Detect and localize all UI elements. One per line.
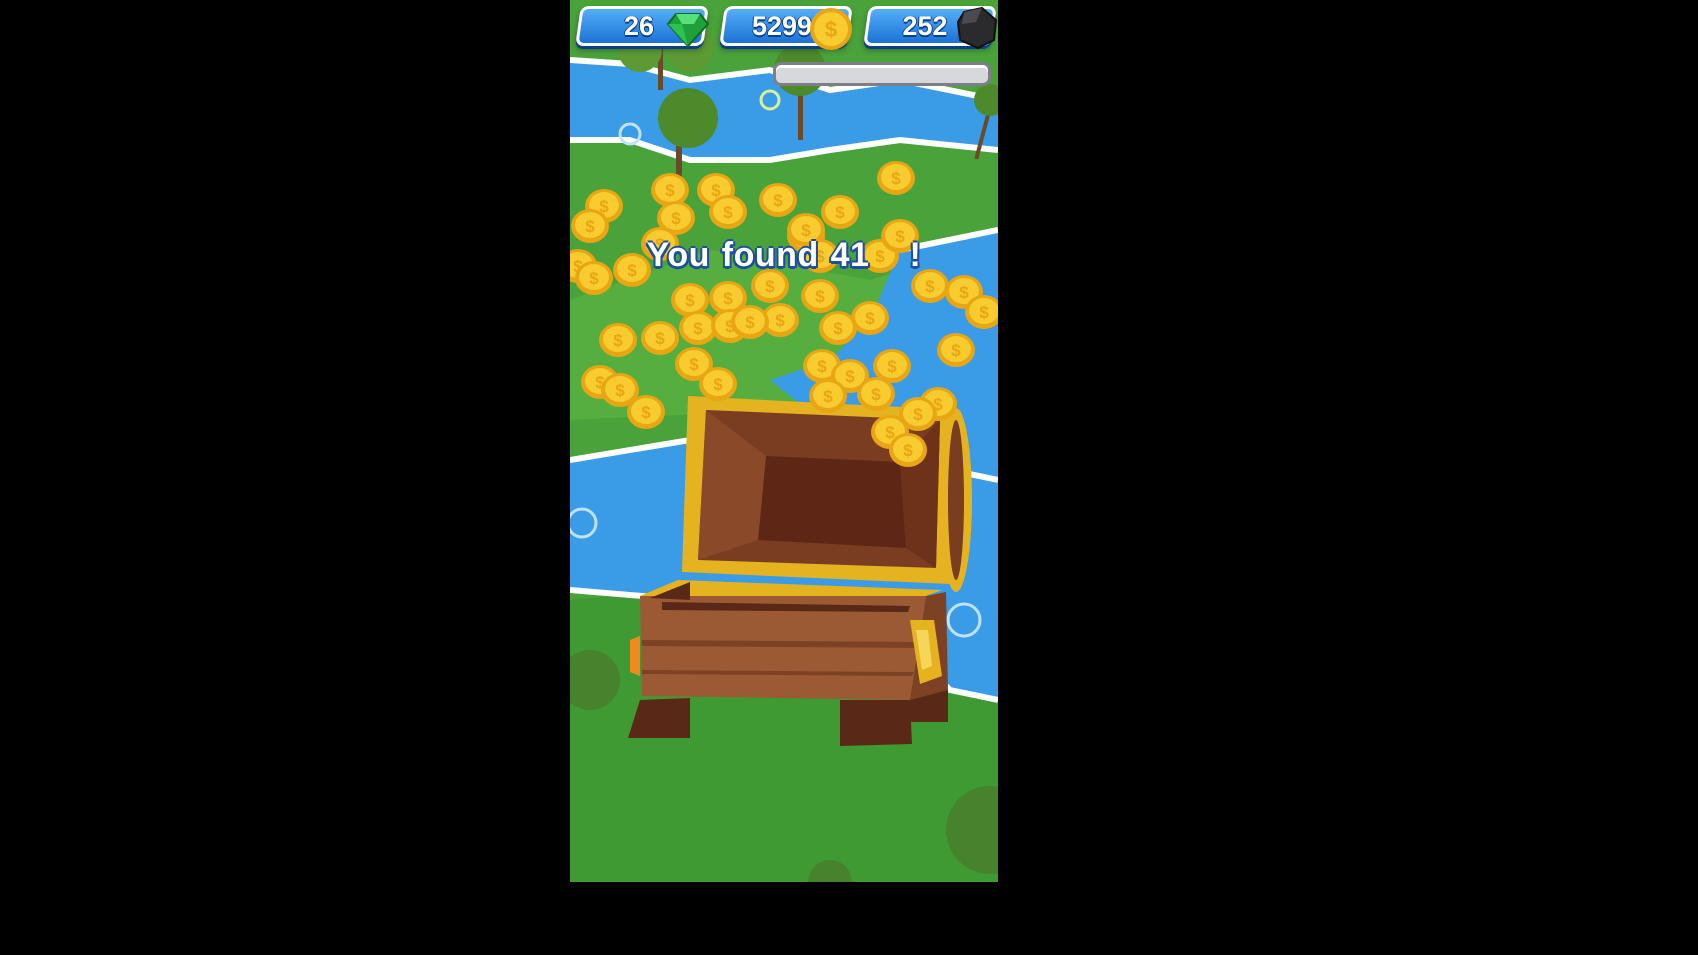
- svg-text:$: $: [845, 367, 855, 386]
- flying-coin: $: [809, 379, 847, 413]
- svg-text:$: $: [815, 287, 825, 306]
- svg-text:$: $: [689, 355, 699, 374]
- svg-text:$: $: [615, 381, 625, 400]
- reward-text: You found 41: [646, 236, 870, 274]
- flying-coin: $: [819, 311, 857, 345]
- flying-coin: $: [801, 279, 839, 313]
- svg-text:$: $: [887, 357, 897, 376]
- progress-bar: [773, 62, 991, 86]
- svg-text:$: $: [613, 331, 623, 350]
- svg-text:$: $: [925, 277, 935, 296]
- svg-text:$: $: [835, 203, 845, 222]
- svg-text:$: $: [723, 289, 733, 308]
- coins-layer: $$ $$$ $ $$$$$ $$$ $$ $$ $$$ $$$$$$ $$$$$ $$$$ $$ $$…: [570, 161, 998, 467]
- svg-text:$: $: [865, 309, 875, 328]
- svg-text:$: $: [903, 441, 913, 460]
- svg-text:$: $: [951, 341, 961, 360]
- svg-text:$: $: [959, 283, 969, 302]
- coal-icon: [956, 6, 998, 50]
- flying-coin: $: [699, 367, 737, 401]
- flying-coin: $: [889, 433, 927, 467]
- flying-coin: $: [599, 323, 637, 357]
- game-viewport[interactable]: $ $ $ $ $ $ $ $ $ $ $ $ $ $ $ $ $ $ $ $ $ $ $ $ $ $ $ $ $ $ $ $ $ $ $ $ $ $ $ $…: [570, 0, 998, 882]
- svg-text:$: $: [685, 291, 695, 310]
- svg-text:$: $: [775, 311, 785, 330]
- flying-coin: $: [709, 195, 747, 229]
- svg-text:$: $: [817, 357, 827, 376]
- flying-coin: $: [731, 305, 769, 339]
- flying-coin: $: [601, 373, 639, 407]
- svg-text:$: $: [913, 405, 923, 424]
- flying-coin: $: [641, 321, 679, 355]
- svg-text:$: $: [665, 181, 675, 200]
- svg-text:$: $: [871, 385, 881, 404]
- flying-coin: $: [821, 195, 859, 229]
- svg-text:$: $: [773, 191, 783, 210]
- flying-coin: $: [877, 161, 915, 195]
- flying-coin: $: [857, 377, 895, 411]
- svg-text:$: $: [693, 319, 703, 338]
- flying-coin: $: [759, 183, 797, 217]
- svg-text:$: $: [825, 17, 837, 42]
- flying-coin: $: [937, 333, 975, 367]
- reward-message: You found 41!: [570, 236, 998, 275]
- svg-text:$: $: [891, 169, 901, 188]
- svg-text:$: $: [713, 375, 723, 394]
- reward-exclamation: !: [909, 236, 922, 274]
- svg-text:$: $: [833, 319, 843, 338]
- svg-text:$: $: [671, 209, 681, 228]
- green-gem-icon: [666, 13, 710, 48]
- svg-text:$: $: [745, 313, 755, 332]
- svg-text:$: $: [585, 217, 595, 236]
- svg-text:$: $: [641, 403, 651, 422]
- svg-text:$: $: [823, 387, 833, 406]
- gold-coin-icon: $: [810, 8, 852, 50]
- svg-text:$: $: [979, 303, 989, 322]
- svg-text:$: $: [723, 203, 733, 222]
- svg-text:$: $: [765, 277, 775, 296]
- svg-text:$: $: [655, 329, 665, 348]
